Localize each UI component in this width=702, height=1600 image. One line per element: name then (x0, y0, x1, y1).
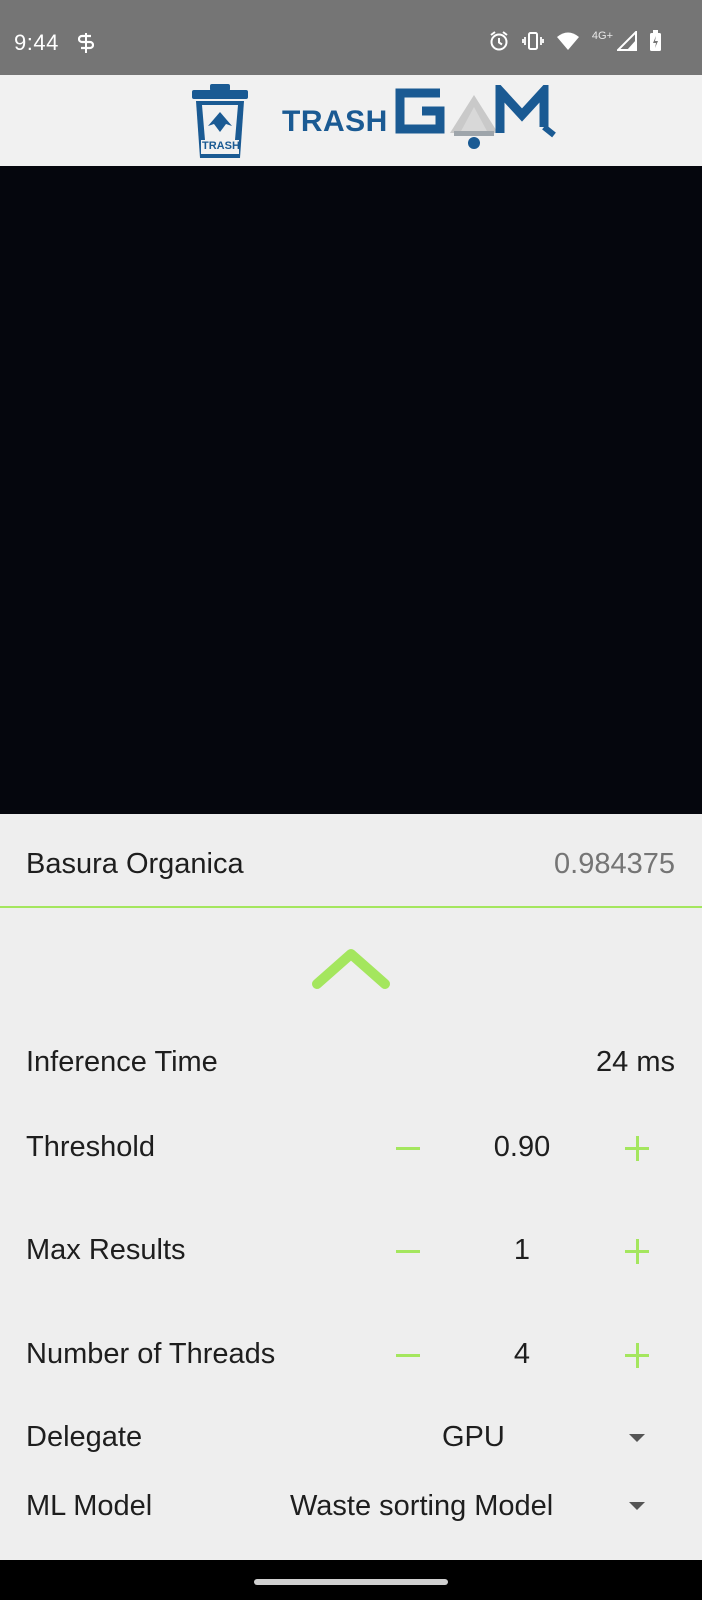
minus-icon (396, 1354, 420, 1357)
max-results-label: Max Results (26, 1234, 186, 1266)
brand-name-text: TRASH (282, 105, 388, 138)
navigation-bar (0, 1560, 702, 1600)
ml-model-value: Waste sorting Model (290, 1490, 554, 1522)
result-label: Basura Organica (26, 848, 244, 880)
minus-icon (396, 1147, 420, 1150)
home-gesture-handle[interactable] (254, 1579, 448, 1585)
threshold-label: Threshold (26, 1131, 155, 1163)
max-results-value: 1 (513, 1234, 531, 1266)
delegate-dropdown[interactable]: GPU (420, 1410, 660, 1466)
delegate-label: Delegate (26, 1421, 143, 1453)
trash-can-text: TRASH (202, 140, 240, 152)
max-results-minus-button[interactable] (388, 1231, 428, 1271)
threads-minus-button[interactable] (388, 1335, 428, 1375)
status-time: 9:44 (14, 30, 59, 55)
result-score: 0.984375 (554, 848, 675, 880)
minus-icon (396, 1250, 420, 1253)
trash-can-logo: TRASH (188, 82, 252, 165)
status-bar: 9:44 4G+ (0, 0, 702, 75)
inference-time-label: Inference Time (26, 1046, 218, 1078)
threads-plus-button[interactable] (617, 1335, 657, 1375)
dropdown-caret-icon (629, 1434, 645, 1442)
ml-model-dropdown[interactable]: Waste sorting Model (280, 1478, 660, 1534)
vibrate-icon (521, 31, 544, 56)
threads-value: 4 (513, 1338, 531, 1370)
threshold-minus-button[interactable] (388, 1128, 428, 1168)
camera-preview[interactable] (0, 166, 702, 814)
threshold-value: 0.90 (493, 1131, 551, 1163)
result-row: Basura Organica 0.984375 (0, 814, 702, 908)
delegate-value: GPU (442, 1421, 505, 1453)
dropdown-caret-icon (629, 1502, 645, 1510)
max-results-plus-button[interactable] (617, 1231, 657, 1271)
inference-time-value: 24 ms (596, 1046, 675, 1078)
network-type: 4G+ (591, 29, 613, 42)
signal-icon (615, 29, 637, 56)
brand-gm-logo (394, 79, 560, 156)
wifi-icon (556, 31, 580, 56)
threads-label: Number of Threads (26, 1338, 276, 1370)
sync-icon (77, 32, 95, 59)
app-header: TRASH TRASH (0, 75, 702, 166)
alarm-icon (488, 30, 510, 57)
threshold-plus-button[interactable] (617, 1128, 657, 1168)
expand-chevron-up-icon[interactable] (311, 946, 391, 992)
ml-model-label: ML Model (26, 1490, 153, 1522)
bottom-sheet: Basura Organica 0.984375 Inference Time … (0, 814, 702, 1560)
battery-icon (649, 30, 662, 57)
